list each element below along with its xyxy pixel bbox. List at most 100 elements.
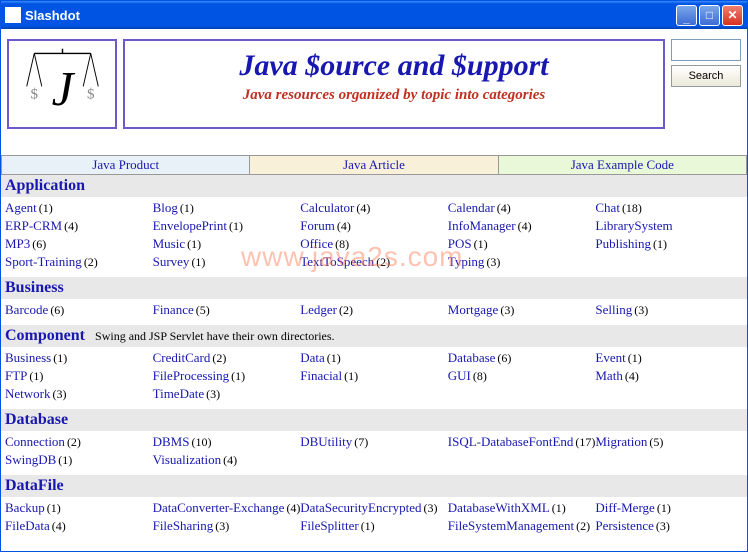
section-title: Application (5, 177, 85, 195)
category-link[interactable]: Music (153, 236, 186, 251)
category-link[interactable]: TextToSpeech (300, 254, 374, 269)
close-button[interactable]: ✕ (722, 5, 743, 26)
link-cell: FileSharing(3) (153, 517, 301, 535)
link-cell (300, 451, 448, 469)
category-link[interactable]: Connection (5, 434, 65, 449)
minimize-button[interactable]: _ (676, 5, 697, 26)
category-link[interactable]: Selling (595, 302, 632, 317)
link-row: Business(1)CreditCard(2)Data(1)Database(… (5, 349, 743, 367)
category-link[interactable]: Data (300, 350, 325, 365)
category-link[interactable]: Forum (300, 218, 335, 233)
count: (4) (625, 369, 639, 383)
category-link[interactable]: Calendar (448, 200, 495, 215)
link-cell: Chat(18) (595, 199, 743, 217)
category-link[interactable]: Ledger (300, 302, 337, 317)
count: (1) (327, 351, 341, 365)
category-link[interactable]: InfoManager (448, 218, 516, 233)
category-link[interactable]: Calculator (300, 200, 354, 215)
category-link[interactable]: Survey (153, 254, 190, 269)
count: (1) (39, 201, 53, 215)
link-row: SwingDB(1)Visualization(4) (5, 451, 743, 469)
header-area: $ $ J Java $ource and $upport Java resou… (1, 29, 747, 135)
svg-text:J: J (51, 61, 75, 116)
category-link[interactable]: Database (448, 350, 496, 365)
category-link[interactable]: FileProcessing (153, 368, 230, 383)
category-link[interactable]: Business (5, 350, 51, 365)
category-link[interactable]: Math (595, 368, 622, 383)
category-link[interactable]: Finance (153, 302, 194, 317)
link-cell: Finacial(1) (300, 367, 448, 385)
link-cell: GUI(8) (448, 367, 596, 385)
link-cell: Backup(1) (5, 499, 153, 517)
category-link[interactable]: Mortgage (448, 302, 499, 317)
category-link[interactable]: GUI (448, 368, 471, 383)
logo: $ $ J (7, 39, 117, 129)
category-link[interactable]: Visualization (153, 452, 222, 467)
category-link[interactable]: DatabaseWithXML (448, 500, 550, 515)
count: (6) (497, 351, 511, 365)
maximize-button[interactable]: □ (699, 5, 720, 26)
link-cell: TimeDate(3) (153, 385, 301, 403)
category-link[interactable]: Backup (5, 500, 45, 515)
section-header: Business (1, 277, 747, 299)
search-button[interactable]: Search (671, 65, 741, 87)
count: (8) (335, 237, 349, 251)
section-header: Database (1, 409, 747, 431)
category-link[interactable]: Blog (153, 200, 178, 215)
category-link[interactable]: FileData (5, 518, 50, 533)
link-cell: Diff-Merge(1) (595, 499, 743, 517)
category-link[interactable]: ISQL-DatabaseFontEnd (448, 434, 574, 449)
category-link[interactable]: Chat (595, 200, 620, 215)
category-link[interactable]: Barcode (5, 302, 48, 317)
category-link[interactable]: Typing (448, 254, 485, 269)
link-cell: Event(1) (595, 349, 743, 367)
category-link[interactable]: DBMS (153, 434, 190, 449)
link-cell: DataConverter-Exchange(4) (153, 499, 301, 517)
category-link[interactable]: CreditCard (153, 350, 211, 365)
category-link[interactable]: Diff-Merge (595, 500, 654, 515)
category-link[interactable]: EnvelopePrint (153, 218, 227, 233)
category-link[interactable]: TimeDate (153, 386, 205, 401)
category-link[interactable]: Office (300, 236, 333, 251)
tab-java-article[interactable]: Java Article (250, 156, 498, 174)
category-link[interactable]: FileSharing (153, 518, 214, 533)
link-cell: FileSystemManagement(2) (448, 517, 596, 535)
category-link[interactable]: Agent (5, 200, 37, 215)
link-cell: Blog(1) (153, 199, 301, 217)
category-link[interactable]: DataConverter-Exchange (153, 500, 285, 515)
link-cell: ERP-CRM(4) (5, 217, 153, 235)
titlebar: Slashdot _ □ ✕ (1, 1, 747, 29)
link-cell: FileProcessing(1) (153, 367, 301, 385)
category-link[interactable]: POS (448, 236, 472, 251)
category-link[interactable]: ERP-CRM (5, 218, 62, 233)
category-link[interactable]: LibrarySystem (595, 218, 672, 233)
count: (2) (84, 255, 98, 269)
category-link[interactable]: Network (5, 386, 51, 401)
window: Slashdot _ □ ✕ $ $ J (0, 0, 748, 552)
category-link[interactable]: Finacial (300, 368, 342, 383)
category-link[interactable]: SwingDB (5, 452, 56, 467)
search-input[interactable] (671, 39, 741, 61)
category-link[interactable]: Sport-Training (5, 254, 82, 269)
categories: ApplicationAgent(1)Blog(1)Calculator(4)C… (1, 175, 747, 541)
category-link[interactable]: Event (595, 350, 625, 365)
count: (4) (356, 201, 370, 215)
category-link[interactable]: DBUtility (300, 434, 352, 449)
count: (1) (344, 369, 358, 383)
category-link[interactable]: FileSplitter (300, 518, 359, 533)
tab-java-product[interactable]: Java Product (1, 156, 250, 174)
category-link[interactable]: DataSecurityEncrypted (300, 500, 421, 515)
link-cell: ISQL-DatabaseFontEnd(17) (448, 433, 596, 451)
count: (3) (500, 303, 514, 317)
category-link[interactable]: Persistence (595, 518, 653, 533)
category-link[interactable]: MP3 (5, 236, 30, 251)
category-link[interactable]: Migration (595, 434, 647, 449)
category-link[interactable]: Publishing (595, 236, 651, 251)
section-body: Barcode(6)Finance(5)Ledger(2)Mortgage(3)… (1, 299, 747, 325)
link-cell: DatabaseWithXML(1) (448, 499, 596, 517)
category-link[interactable]: FileSystemManagement (448, 518, 574, 533)
category-link[interactable]: FTP (5, 368, 27, 383)
count: (2) (576, 519, 590, 533)
tab-java-example-code[interactable]: Java Example Code (499, 156, 747, 174)
link-cell: DBUtility(7) (300, 433, 448, 451)
